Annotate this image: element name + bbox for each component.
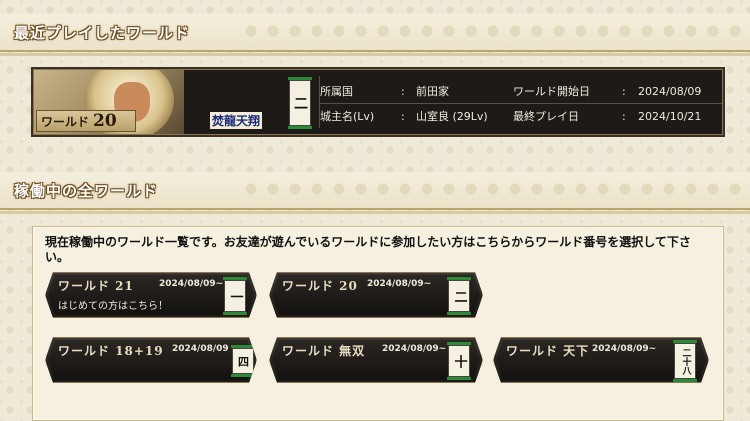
- header-underline: [0, 53, 750, 56]
- world-banner-icon: 二: [448, 280, 470, 312]
- recent-worlds-title: 最近プレイしたワールド: [14, 23, 191, 42]
- world-button-18-19[interactable]: ワールド 18+19 2024/08/09 四: [45, 337, 257, 383]
- last-play-label: 最終プレイ日: [513, 110, 579, 123]
- info-row-2: 城主名(Lv) : 山室良 (29Lv) 最終プレイ日 : 2024/10/21: [319, 103, 722, 129]
- lord-name-value: 山室良 (29Lv): [416, 110, 488, 123]
- world-banner-icon: 二: [288, 77, 312, 129]
- world-name: ワールド 天下: [506, 344, 590, 358]
- affiliation-label: 所属国: [320, 85, 353, 98]
- world-start-date: 2024/08/09: [172, 344, 229, 354]
- world-button-20[interactable]: ワールド 20 2024/08/09~ 二: [269, 272, 483, 318]
- lord-crest-text: 焚龍天翔: [210, 112, 263, 129]
- beginner-note: はじめての方はこちら！: [58, 301, 168, 312]
- active-worlds-panel: 現在稼働中のワールド一覧です。お友達が遊んでいるワールドに参加したい方はこちらか…: [32, 226, 724, 421]
- lord-portrait: ワールド 20: [34, 70, 184, 134]
- world-start-date: 2024/08/09~: [159, 279, 224, 289]
- world-name: ワールド 21: [58, 279, 134, 293]
- recent-world-info: 所属国 : 前田家 ワールド開始日 : 2024/08/09 城主名(Lv) :…: [319, 70, 722, 134]
- world-button-tenka[interactable]: ワールド 天下 2024/08/09~ 二十八: [493, 337, 709, 383]
- world-banner-icon: 二十八: [674, 343, 696, 379]
- colon: :: [401, 84, 405, 98]
- last-play-value: 2024/10/21: [638, 109, 702, 123]
- world-number-label: ワールド 20: [36, 110, 136, 132]
- start-date-value: 2024/08/09: [638, 84, 702, 98]
- header-pattern: [240, 20, 750, 44]
- world-button-21[interactable]: ワールド 21 2024/08/09~ はじめての方はこちら！ 一: [45, 272, 257, 318]
- header-underline: [0, 211, 750, 214]
- world-button-musou[interactable]: ワールド 無双 2024/08/09~ 十: [269, 337, 483, 383]
- recent-world-card[interactable]: ワールド 20 焚龍天翔 二 所属国 : 前田家 ワールド開始日 : 2024/…: [33, 69, 723, 135]
- active-worlds-title: 稼働中の全ワールド: [14, 181, 159, 200]
- world-start-date: 2024/08/09~: [592, 344, 657, 354]
- active-worlds-description: 現在稼働中のワールド一覧です。お友達が遊んでいるワールドに参加したい方はこちらか…: [45, 235, 691, 264]
- info-row-1: 所属国 : 前田家 ワールド開始日 : 2024/08/09: [319, 78, 722, 104]
- colon: :: [622, 84, 626, 98]
- header-pattern: [240, 178, 750, 202]
- start-date-label: ワールド開始日: [513, 85, 590, 98]
- active-worlds-header: 稼働中の全ワールド: [0, 172, 750, 214]
- world-start-date: 2024/08/09~: [367, 279, 432, 289]
- world-prefix: ワールド: [41, 114, 90, 129]
- world-banner-icon: 十: [448, 345, 470, 377]
- affiliation-value: 前田家: [416, 85, 449, 98]
- world-name: ワールド 18+19: [58, 344, 164, 358]
- world-banner-icon: 四: [232, 348, 254, 374]
- lord-name-label: 城主名(Lv): [320, 110, 375, 123]
- colon: :: [401, 109, 405, 123]
- recent-worlds-header: 最近プレイしたワールド: [0, 14, 750, 56]
- world-start-date: 2024/08/09~: [382, 344, 447, 354]
- colon: :: [622, 109, 626, 123]
- world-name: ワールド 20: [282, 279, 358, 293]
- world-banner-icon: 一: [224, 280, 246, 312]
- world-name: ワールド 無双: [282, 344, 366, 358]
- world-number: 20: [93, 111, 117, 131]
